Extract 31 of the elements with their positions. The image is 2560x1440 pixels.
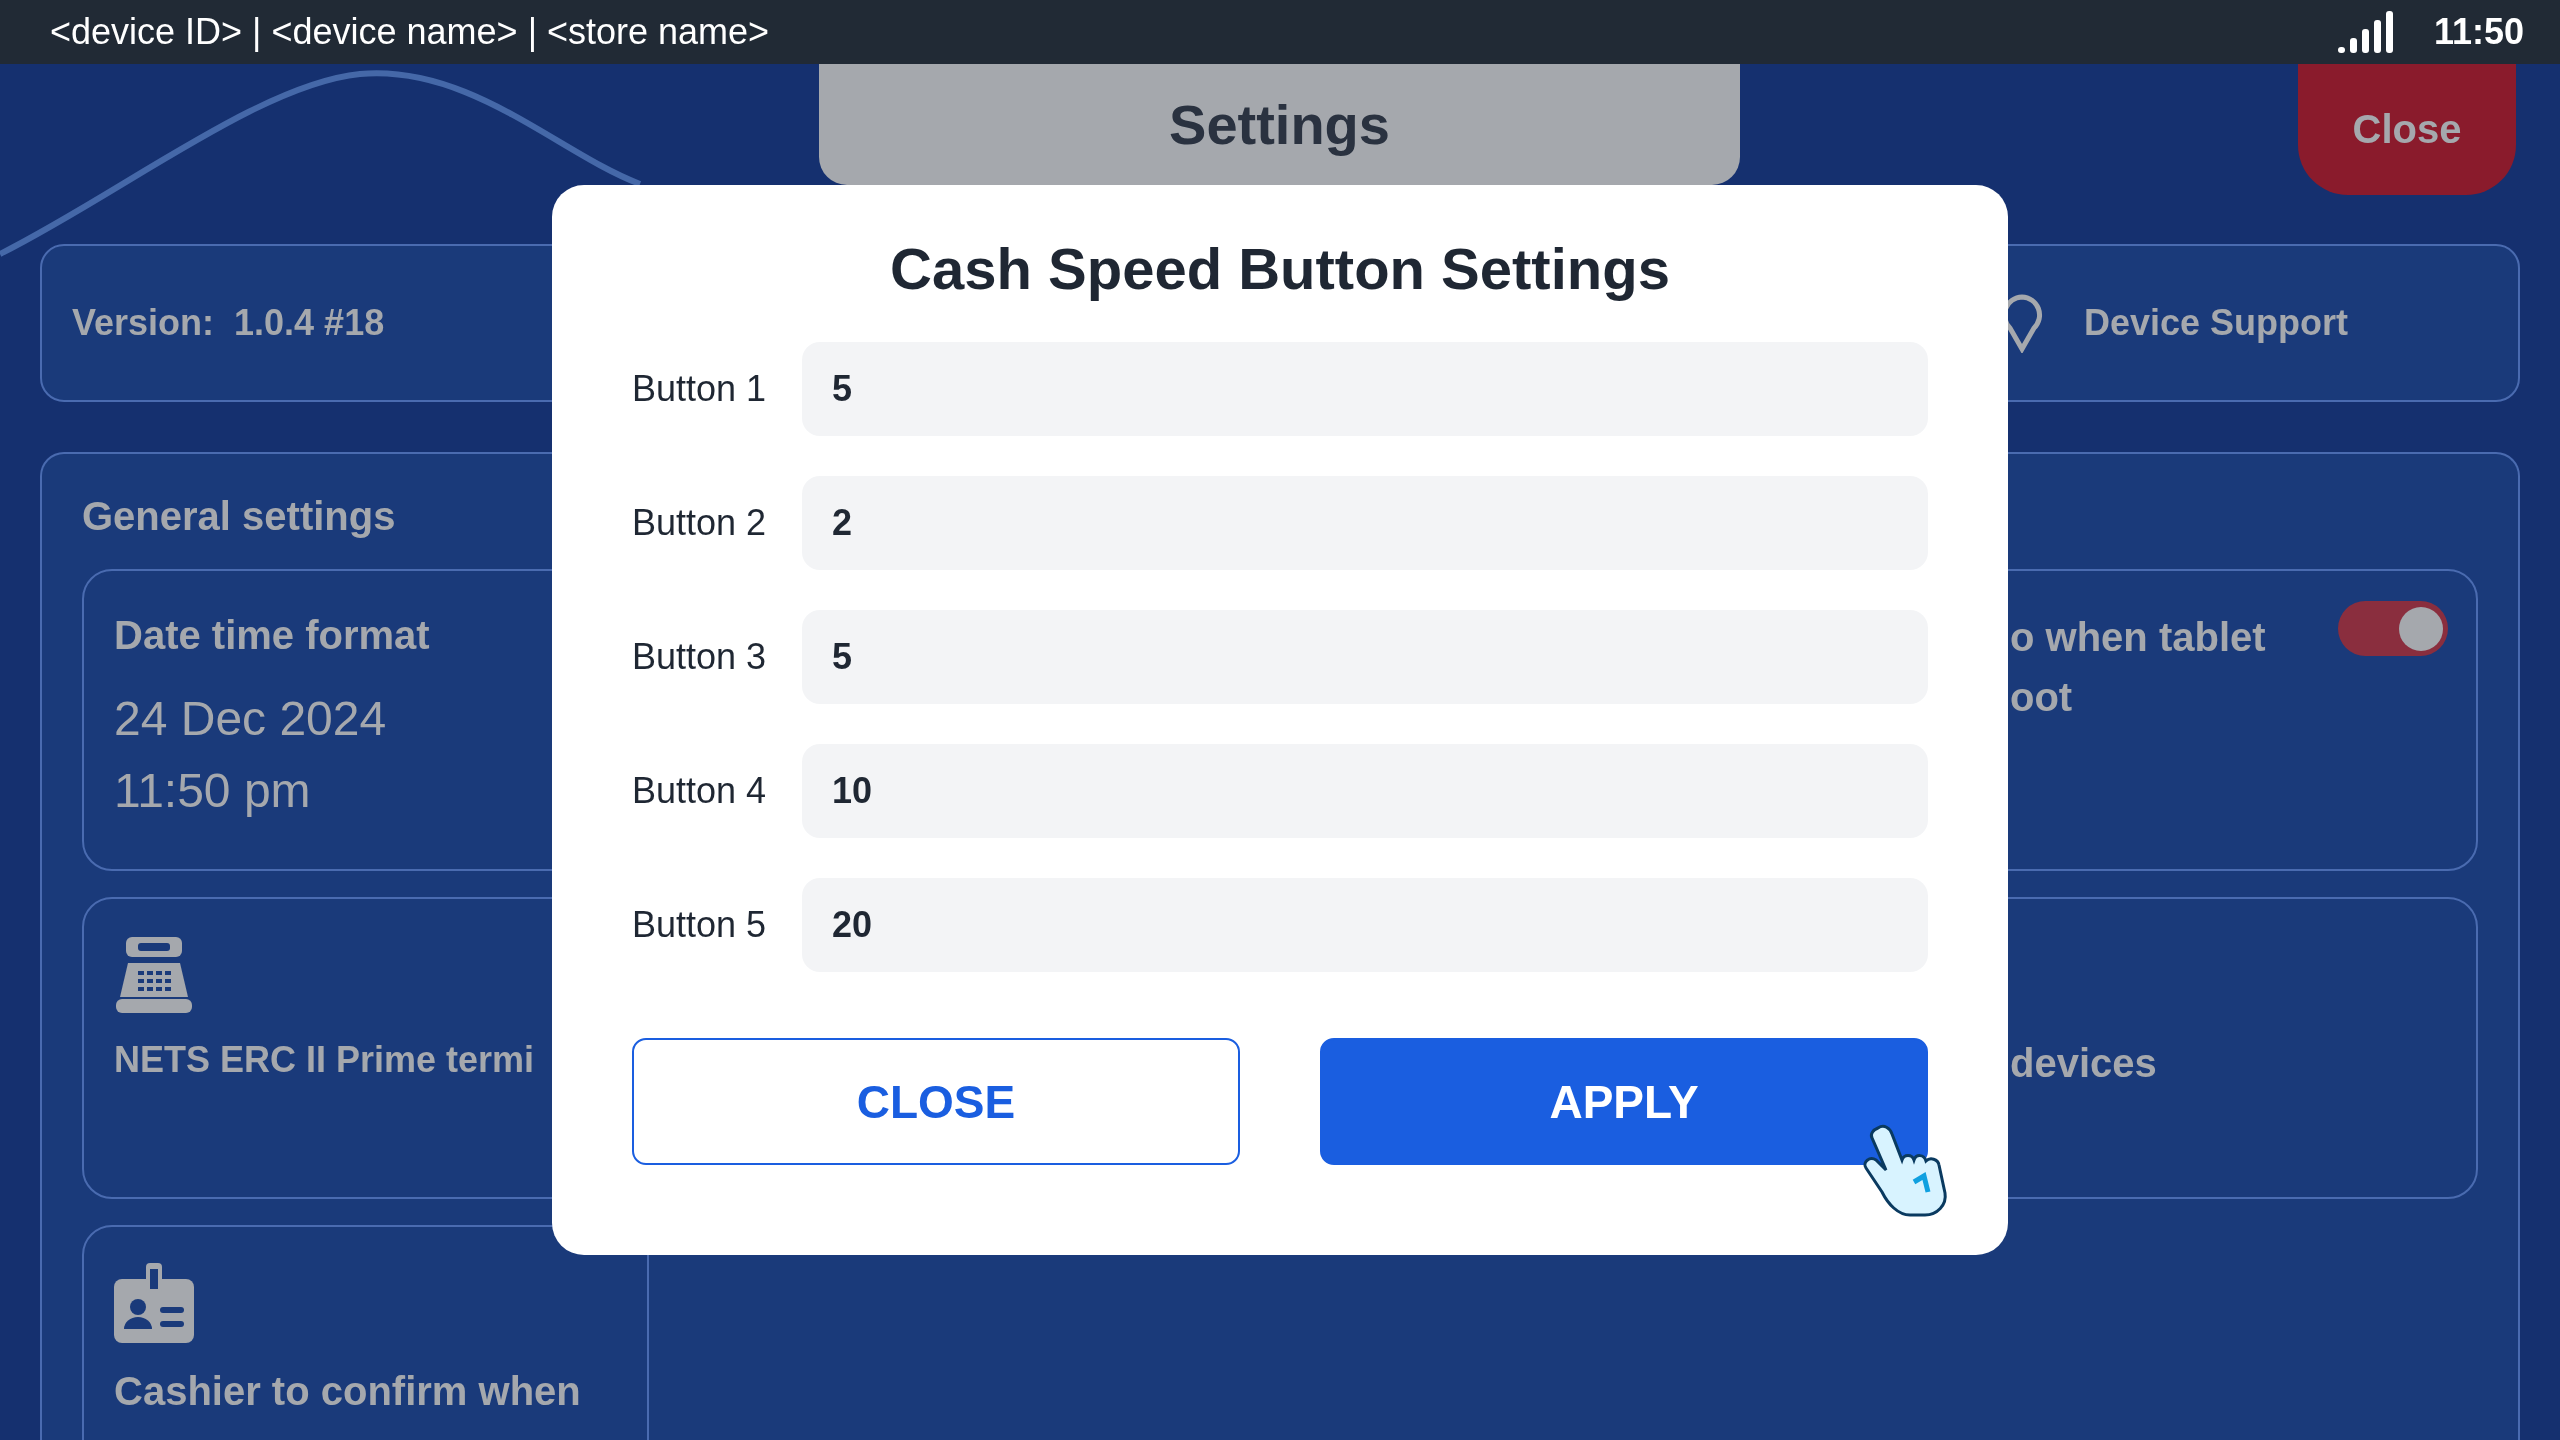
clock-time: 11:50 bbox=[2433, 11, 2524, 53]
close-button[interactable]: CLOSE bbox=[632, 1038, 1240, 1165]
close-button[interactable]: Close bbox=[2298, 64, 2516, 195]
version-text: Version: 1.0.4 #18 bbox=[72, 302, 386, 344]
cash-register-icon bbox=[114, 935, 194, 1015]
id-badge-icon bbox=[114, 1263, 194, 1343]
field-label: Button 1 bbox=[632, 368, 768, 410]
apply-button[interactable]: APPLY bbox=[1320, 1038, 1928, 1165]
section-title: General settings bbox=[82, 494, 396, 539]
input-field[interactable]: 5 bbox=[802, 342, 1928, 436]
card-title: o when tablet bbox=[2009, 614, 2267, 661]
signal-icon bbox=[2337, 11, 2394, 53]
toggle-switch[interactable] bbox=[2338, 601, 2448, 656]
field-label: Button 4 bbox=[632, 770, 768, 812]
input-field[interactable]: 10 bbox=[802, 744, 1928, 838]
card-title: NETS ERC II Prime termi bbox=[114, 1038, 536, 1082]
date-text: 24 Dec 2024 bbox=[114, 691, 388, 747]
time-text: 11:50 pm bbox=[114, 763, 312, 819]
input-field[interactable]: 5 bbox=[802, 610, 1928, 704]
device-info-text: <device ID> | <device name> | <store name> bbox=[50, 11, 771, 53]
card-title: Date time format bbox=[114, 612, 431, 659]
input-field[interactable]: 2 bbox=[802, 476, 1928, 570]
card-title: devices bbox=[2009, 1040, 2158, 1087]
card-title: oot bbox=[2009, 674, 2074, 721]
input-field[interactable]: 20 bbox=[802, 878, 1928, 972]
card-title: Cashier to confirm when bbox=[114, 1368, 582, 1415]
device-support-link[interactable]: Device Support bbox=[2083, 302, 2348, 344]
field-label: Button 2 bbox=[632, 502, 768, 544]
field-label: Button 3 bbox=[632, 636, 768, 678]
dialog-title: Cash Speed Button Settings bbox=[889, 235, 1671, 302]
page-title: Settings bbox=[819, 64, 1740, 185]
